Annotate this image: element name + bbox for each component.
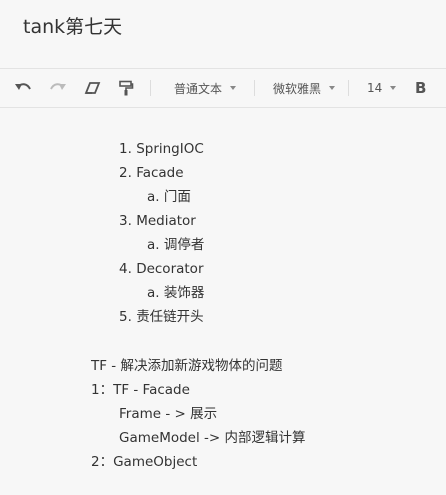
list-item-text: 门面 <box>163 189 191 205</box>
sub-list-item[interactable]: a. 门面 <box>147 188 191 206</box>
list-item-text: 装饰器 <box>163 285 205 301</box>
list-item-text: 责任链开头 <box>136 309 204 325</box>
font-size-dropdown[interactable]: 14 <box>367 69 397 107</box>
list-marker: 5. <box>119 309 132 325</box>
list-item-text: Facade <box>136 165 184 181</box>
sub-list-item[interactable]: a. 装饰器 <box>147 284 204 302</box>
list-marker: 2. <box>119 165 132 181</box>
undo-button[interactable] <box>14 69 32 107</box>
document-title[interactable]: tank第七天 <box>23 12 122 39</box>
list-item[interactable]: 4. Decorator <box>119 260 204 278</box>
paragraph[interactable]: 1：TF - Facade <box>91 381 190 399</box>
list-marker: a. <box>147 237 160 253</box>
list-item[interactable]: 2. Facade <box>119 164 184 182</box>
toolbar-divider <box>348 80 349 96</box>
paragraph[interactable]: Frame - > 展示 <box>119 405 217 423</box>
list-marker: 4. <box>119 261 132 277</box>
toolbar-divider <box>254 80 255 96</box>
list-marker: 1. <box>119 141 132 157</box>
paragraph[interactable]: 2：GameObject <box>91 453 197 471</box>
paragraph-style-dropdown[interactable]: 普通文本 <box>174 69 237 107</box>
redo-icon <box>49 81 67 95</box>
list-marker: 3. <box>119 213 132 229</box>
format-painter-button[interactable] <box>118 69 134 107</box>
font-family-value: 微软雅黑 <box>273 81 322 96</box>
formatting-toolbar: 普通文本 微软雅黑 14 B <box>0 68 446 108</box>
list-item[interactable]: 5. 责任链开头 <box>119 308 204 326</box>
paragraph-style-value: 普通文本 <box>174 81 223 96</box>
list-marker: a. <box>147 285 160 301</box>
paragraph[interactable]: TF - 解决添加新游戏物体的问题 <box>91 357 282 375</box>
font-size-value: 14 <box>367 81 383 95</box>
list-item-text: Mediator <box>136 213 196 229</box>
list-item-text: SpringIOC <box>136 141 204 157</box>
redo-button[interactable] <box>49 69 67 107</box>
font-family-dropdown[interactable]: 微软雅黑 <box>273 69 336 107</box>
list-item-text: Decorator <box>136 261 204 277</box>
format-painter-icon <box>118 80 134 96</box>
list-item[interactable]: 1. SpringIOC <box>119 140 204 158</box>
title-bar: tank第七天 <box>0 0 446 66</box>
paragraph[interactable]: GameModel -> 内部逻辑计算 <box>119 429 306 447</box>
list-marker: a. <box>147 189 160 205</box>
chevron-down-icon <box>390 86 397 90</box>
eraser-icon <box>84 81 102 95</box>
chevron-down-icon <box>329 86 336 90</box>
clear-format-button[interactable] <box>84 69 102 107</box>
undo-icon <box>14 81 32 95</box>
sub-list-item[interactable]: a. 调停者 <box>147 236 204 254</box>
list-item-text: 调停者 <box>163 237 205 253</box>
list-item[interactable]: 3. Mediator <box>119 212 196 230</box>
toolbar-divider <box>150 80 151 96</box>
chevron-down-icon <box>230 86 237 90</box>
bold-button[interactable]: B <box>415 69 426 107</box>
document-editor[interactable]: 1. SpringIOC 2. Facade a. 门面 3. Mediator… <box>0 108 446 495</box>
